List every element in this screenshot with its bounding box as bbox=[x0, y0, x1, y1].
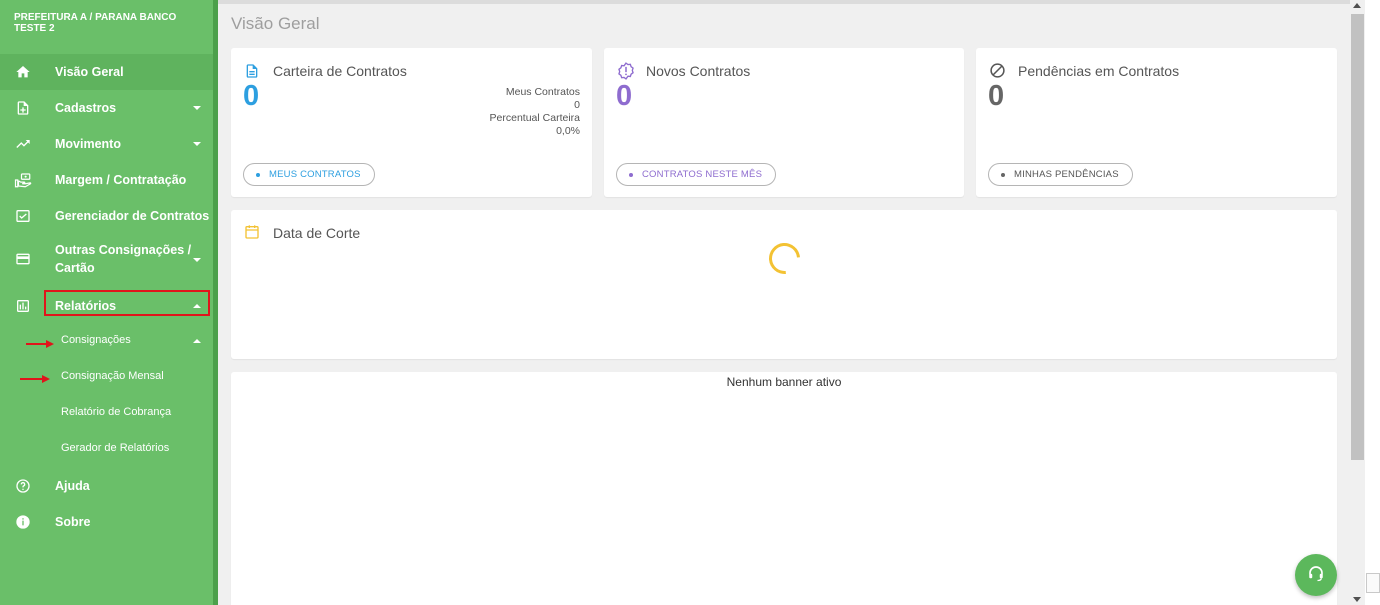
scrollbar-thumb[interactable] bbox=[1351, 14, 1364, 460]
loading-spinner bbox=[762, 236, 807, 281]
bar-chart-icon bbox=[14, 297, 32, 315]
trending-up-icon bbox=[14, 135, 32, 153]
scroll-up-arrow[interactable] bbox=[1353, 3, 1361, 8]
sidebar-subitem-relatorio-cobranca[interactable]: Relatório de Cobrança bbox=[0, 406, 213, 424]
card-pendencias-contratos: Pendências em Contratos 0 MINHAS PENDÊNC… bbox=[976, 48, 1337, 197]
page-title: Visão Geral bbox=[231, 14, 320, 33]
chevron-down-icon bbox=[193, 142, 201, 146]
button-label: MEUS CONTRATOS bbox=[269, 169, 361, 180]
dot-icon bbox=[1001, 172, 1005, 177]
checklist-icon bbox=[14, 207, 32, 225]
highlight-annotation bbox=[44, 290, 210, 316]
sidebar-item-label: Ajuda bbox=[55, 479, 90, 493]
org-title: PREFEITURA A / PARANA BANCO TESTE 2 bbox=[14, 12, 177, 34]
contract-count: 0 bbox=[988, 80, 1005, 112]
support-chat-button[interactable] bbox=[1295, 554, 1337, 596]
stats-block: Meus Contratos 0 Percentual Carteira 0,0… bbox=[490, 86, 580, 138]
card-title: Data de Corte bbox=[273, 225, 361, 241]
minhas-pendencias-button[interactable]: MINHAS PENDÊNCIAS bbox=[988, 163, 1133, 186]
red-arrow-annotation bbox=[20, 375, 50, 383]
button-label: CONTRATOS NESTE MÊS bbox=[642, 169, 763, 180]
top-bar bbox=[218, 0, 1350, 4]
card-title: Carteira de Contratos bbox=[273, 63, 407, 79]
contratos-neste-mes-button[interactable]: CONTRATOS NESTE MÊS bbox=[616, 163, 777, 186]
sidebar-item-sobre[interactable]: Sobre bbox=[0, 504, 213, 540]
stat-value: 0 bbox=[574, 99, 580, 111]
sidebar-item-label: Margem / Contratação bbox=[55, 173, 187, 187]
chevron-down-icon bbox=[193, 106, 201, 110]
resize-grip-icon[interactable] bbox=[1366, 573, 1380, 593]
chevron-up-icon bbox=[193, 339, 201, 343]
chevron-down-icon bbox=[193, 258, 201, 262]
sidebar: PREFEITURA A / PARANA BANCO TESTE 2 Visã… bbox=[0, 0, 218, 605]
sidebar-item-ajuda[interactable]: Ajuda bbox=[0, 468, 213, 504]
calendar-icon bbox=[244, 224, 262, 242]
headset-icon bbox=[1307, 564, 1325, 587]
document-icon bbox=[244, 62, 262, 80]
sidebar-item-label: Sobre bbox=[55, 515, 91, 529]
card-title: Novos Contratos bbox=[646, 63, 751, 79]
dot-icon bbox=[256, 172, 260, 177]
contract-count: 0 bbox=[616, 80, 633, 112]
button-label: MINHAS PENDÊNCIAS bbox=[1014, 169, 1119, 180]
dot-icon bbox=[629, 172, 633, 177]
stat-label: Percentual Carteira bbox=[489, 112, 580, 124]
red-arrow-annotation bbox=[26, 340, 54, 348]
info-icon bbox=[14, 513, 32, 531]
help-circle-icon bbox=[14, 477, 32, 495]
sidebar-subitem-consignacao-mensal[interactable]: Consignação Mensal bbox=[0, 370, 213, 388]
sidebar-subitem-label: Consignação Mensal bbox=[61, 370, 164, 382]
sidebar-edge bbox=[213, 0, 218, 605]
sidebar-subitem-label: Relatório de Cobrança bbox=[61, 406, 172, 418]
sidebar-item-label: Visão Geral bbox=[55, 65, 124, 79]
credit-card-icon bbox=[14, 250, 32, 268]
sidebar-item-label: Gerenciador de Contratos bbox=[55, 209, 210, 223]
sidebar-item-gerenciador[interactable]: Gerenciador de Contratos bbox=[0, 198, 213, 234]
sidebar-item-margem[interactable]: Margem / Contratação bbox=[0, 162, 213, 198]
banner-empty-message: Nenhum banner ativo bbox=[726, 375, 842, 389]
stat-value: 0,0% bbox=[556, 125, 580, 137]
sidebar-item-label: Movimento bbox=[55, 137, 121, 151]
sidebar-subitem-consignacoes[interactable]: Consignações bbox=[0, 334, 213, 352]
sidebar-item-cadastros[interactable]: Cadastros bbox=[0, 90, 213, 126]
sidebar-subitem-label: Consignações bbox=[61, 334, 131, 346]
sidebar-item-movimento[interactable]: Movimento bbox=[0, 126, 213, 162]
sidebar-item-label: Cadastros bbox=[55, 101, 117, 115]
card-carteira-contratos: Carteira de Contratos 0 Meus Contratos 0… bbox=[231, 48, 592, 197]
contract-count: 0 bbox=[243, 80, 260, 112]
window-edge bbox=[1365, 0, 1380, 605]
card-novos-contratos: Novos Contratos 0 CONTRATOS NESTE MÊS bbox=[604, 48, 964, 197]
sidebar-subitem-label: Gerador de Relatórios bbox=[61, 442, 170, 454]
card-data-de-corte: Data de Corte bbox=[231, 210, 1337, 359]
add-document-icon bbox=[14, 99, 32, 117]
sidebar-item-outras-consignacoes[interactable]: Outras Consignações / Cartão bbox=[0, 236, 213, 282]
banner-panel: Nenhum banner ativo bbox=[231, 372, 1337, 605]
sidebar-item-label: Outras Consignações / Cartão bbox=[55, 243, 192, 275]
alert-badge-icon bbox=[617, 62, 635, 80]
card-title: Pendências em Contratos bbox=[1018, 63, 1180, 79]
sidebar-subitem-gerador-relatorios[interactable]: Gerador de Relatórios bbox=[0, 442, 213, 460]
block-icon bbox=[989, 62, 1007, 80]
sidebar-item-visao-geral[interactable]: Visão Geral bbox=[0, 54, 213, 90]
home-icon bbox=[14, 63, 32, 81]
scroll-down-arrow[interactable] bbox=[1353, 597, 1361, 602]
stat-label: Meus Contratos bbox=[505, 86, 580, 98]
money-hand-icon bbox=[14, 171, 32, 189]
meus-contratos-button[interactable]: MEUS CONTRATOS bbox=[243, 163, 375, 186]
